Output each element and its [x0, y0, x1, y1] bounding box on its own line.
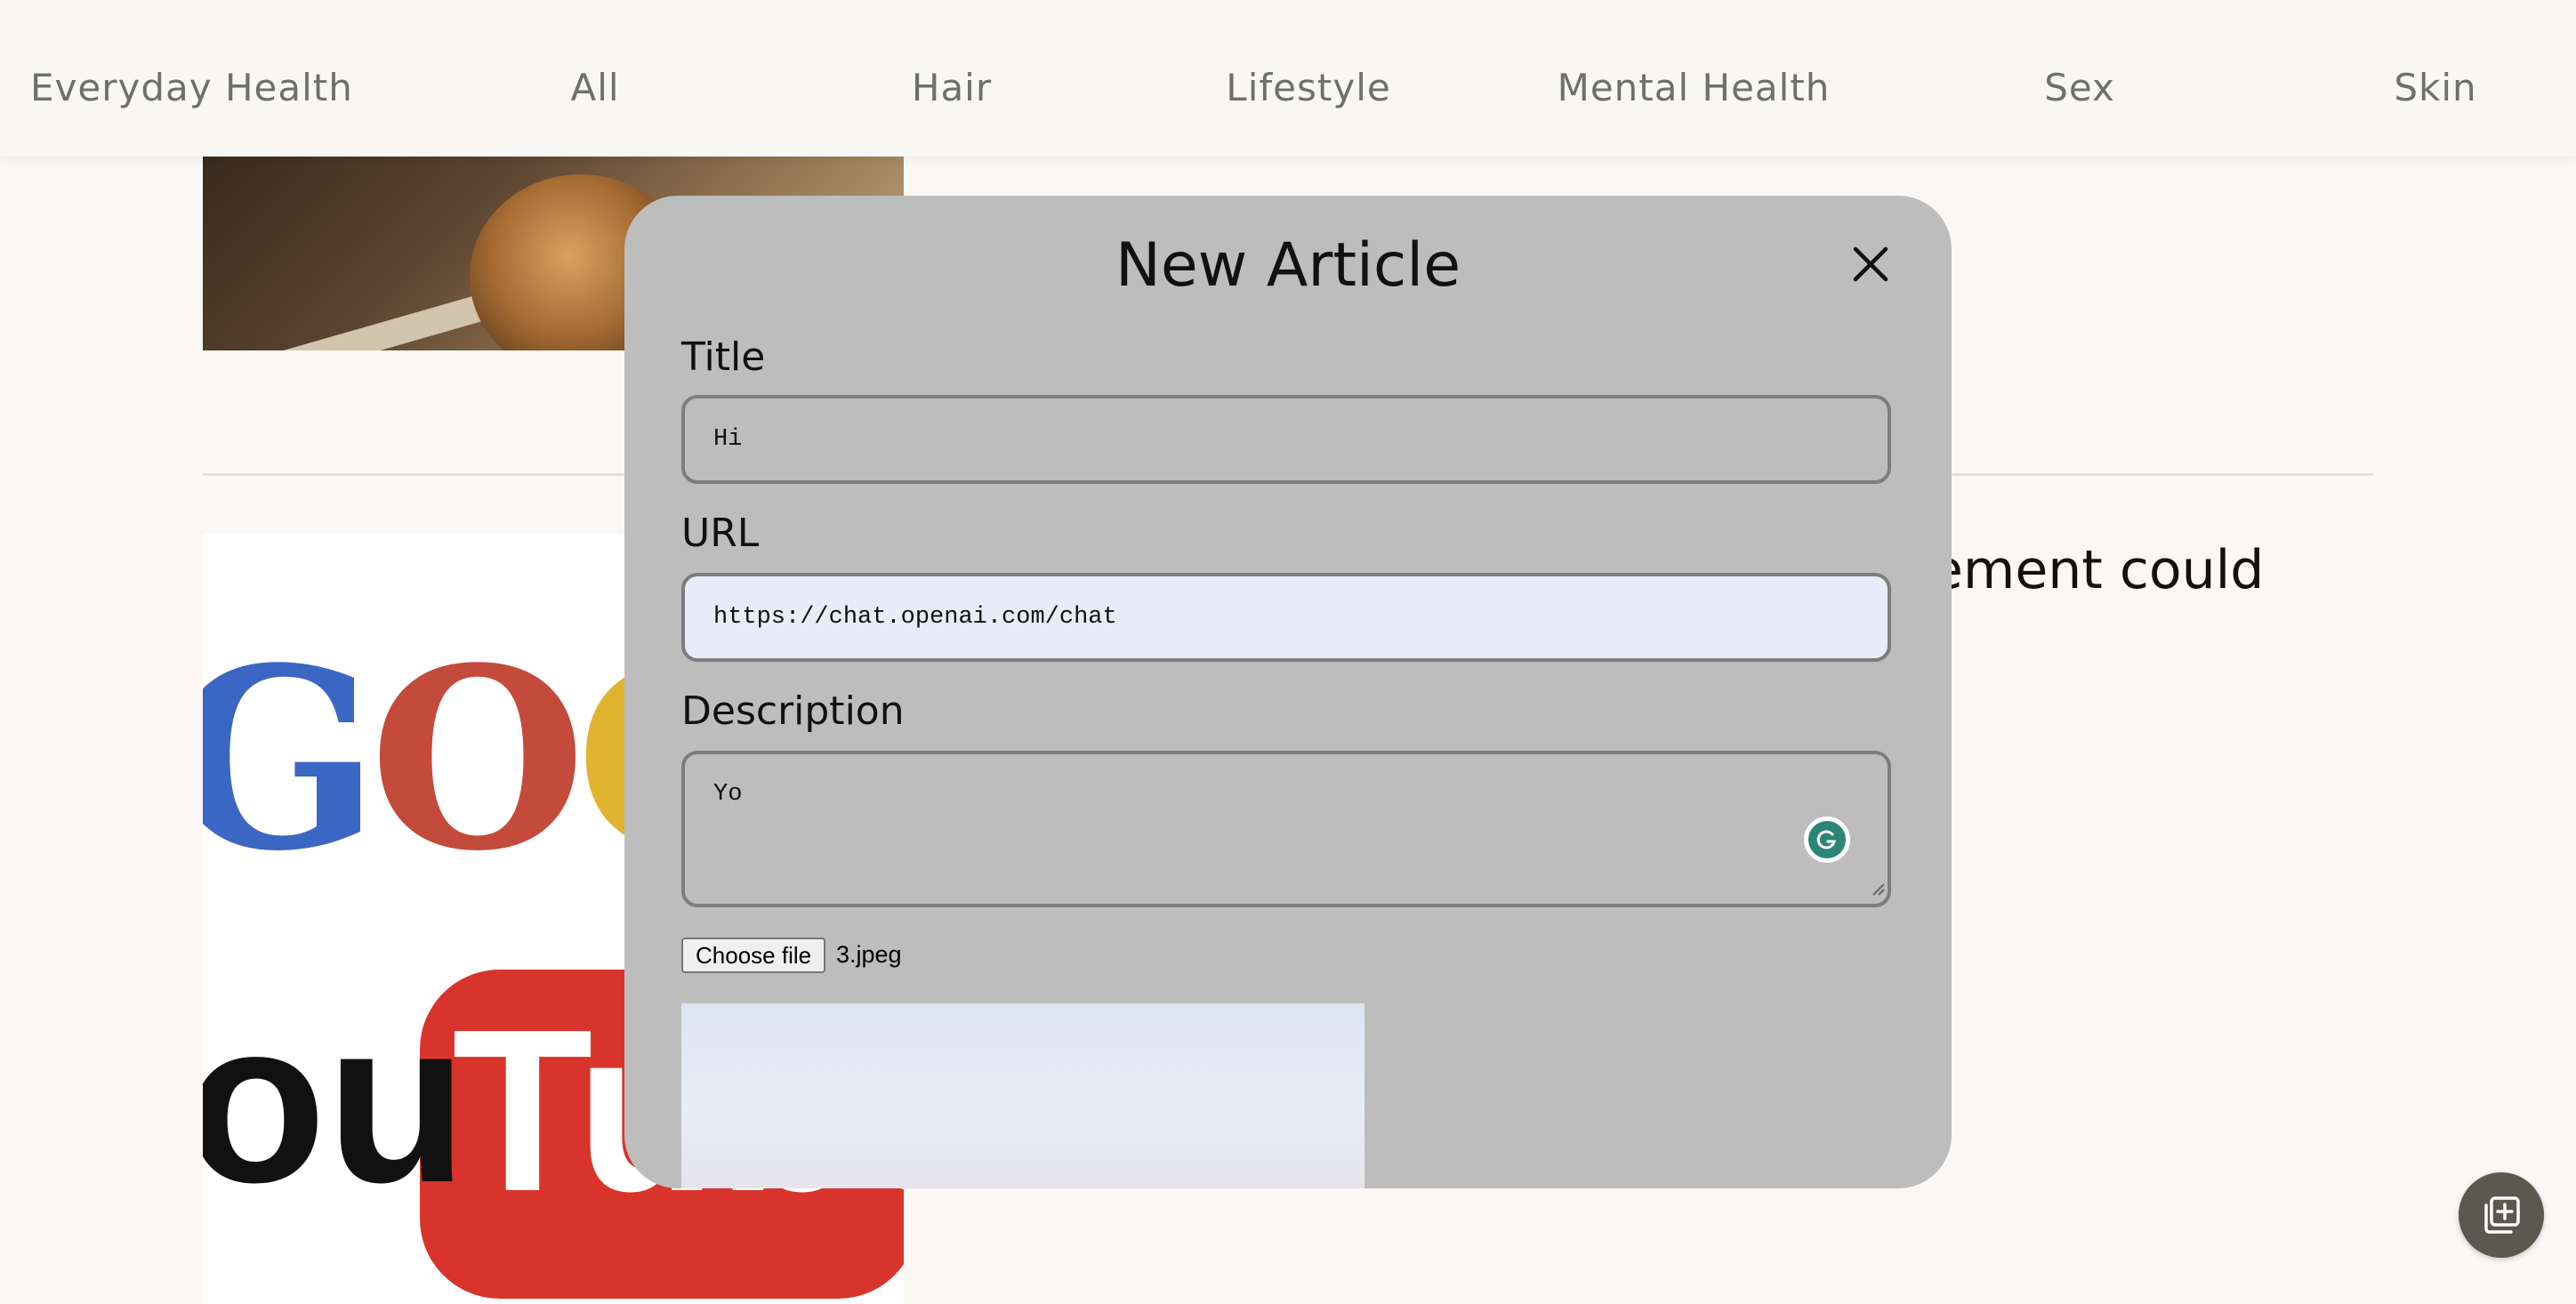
- add-to-library-button[interactable]: [2459, 1172, 2544, 1258]
- url-input[interactable]: [681, 573, 1891, 662]
- nav-item-hair[interactable]: Hair: [912, 69, 992, 107]
- modal-title: New Article: [1115, 230, 1461, 301]
- nav-item-mental-health[interactable]: Mental Health: [1558, 69, 1831, 107]
- nav-item-sex[interactable]: Sex: [2044, 69, 2115, 107]
- description-textarea[interactable]: Yo: [681, 751, 1891, 907]
- nav-brand-link[interactable]: Everyday Health: [30, 69, 353, 107]
- description-label: Description: [681, 688, 905, 734]
- add-to-library-icon: [2484, 1196, 2520, 1234]
- new-article-modal: New Article Title URL Description Yo Cho…: [624, 196, 1952, 1188]
- youtube-logo-fragment: ou: [203, 973, 468, 1231]
- nav-item-skin[interactable]: Skin: [2394, 69, 2476, 107]
- title-label: Title: [681, 334, 766, 380]
- grammarly-icon[interactable]: [1804, 817, 1850, 863]
- image-preview: [681, 1003, 1364, 1188]
- article-headline[interactable]: ement could: [1930, 539, 2264, 601]
- close-icon[interactable]: [1848, 242, 1893, 286]
- selected-file-name: 3.jpeg: [836, 941, 902, 968]
- resize-handle-icon[interactable]: [1870, 881, 1886, 897]
- nav-item-lifestyle[interactable]: Lifestyle: [1226, 69, 1390, 107]
- title-input[interactable]: [681, 395, 1891, 484]
- url-label: URL: [681, 511, 760, 556]
- nav-item-all[interactable]: All: [570, 69, 619, 107]
- choose-file-button[interactable]: Choose file: [681, 938, 826, 973]
- top-navigation: Everyday Health All Hair Lifestyle Menta…: [0, 0, 2576, 157]
